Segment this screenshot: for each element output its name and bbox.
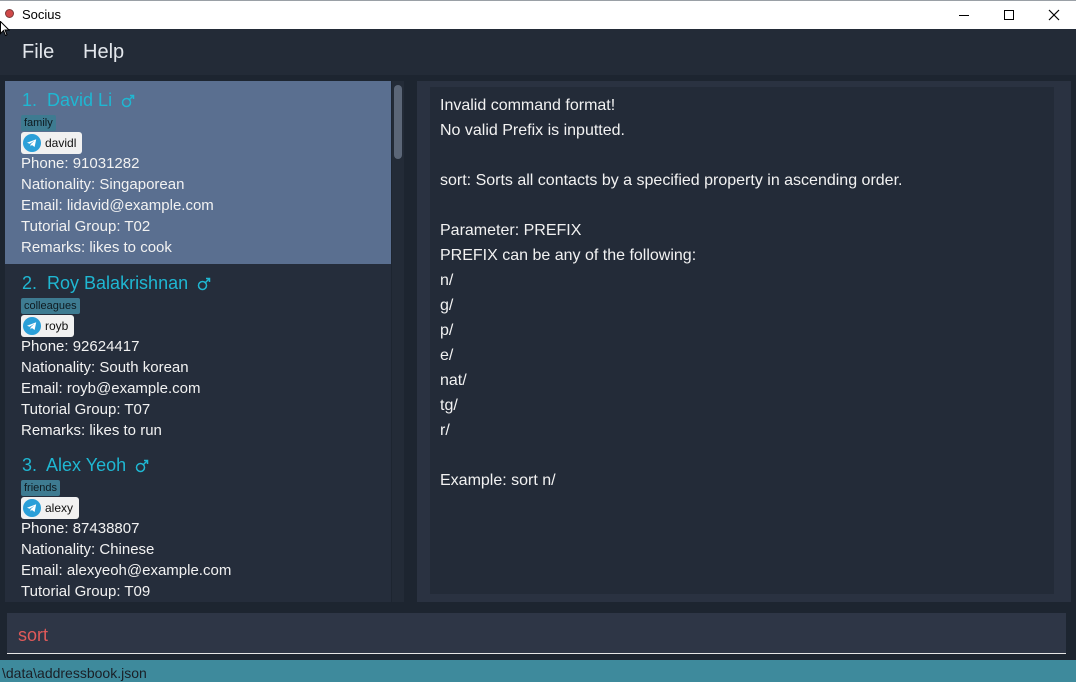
contact-tutorial-group: Tutorial Group: T07 xyxy=(21,401,151,418)
result-line: Invalid command format! xyxy=(440,97,616,114)
telegram-chip[interactable]: royb xyxy=(21,315,75,337)
menu-file[interactable]: File xyxy=(22,41,54,64)
result-line: n/ xyxy=(440,272,454,289)
app-icon xyxy=(5,9,14,18)
contact-phone: Phone: 91031282 xyxy=(21,155,140,172)
tag-badge: family xyxy=(21,115,56,131)
contact-phone: Phone: 92624417 xyxy=(21,338,140,355)
status-bar xyxy=(0,660,1076,682)
result-line: p/ xyxy=(440,322,454,339)
menu-help[interactable]: Help xyxy=(83,41,124,64)
male-icon xyxy=(121,95,135,108)
contact-phone: Phone: 87438807 xyxy=(21,520,140,537)
tag-badge: friends xyxy=(21,480,61,496)
telegram-icon xyxy=(23,499,41,517)
contact-index: 3. xyxy=(22,455,38,475)
telegram-handle: alexy xyxy=(45,501,74,515)
result-line: No valid Prefix is inputted. xyxy=(440,122,625,139)
maximize-button[interactable] xyxy=(986,1,1032,29)
telegram-chip[interactable]: alexy xyxy=(21,497,80,519)
contact-nationality: Nationality: Chinese xyxy=(21,541,155,558)
contact-email: Email: alexyeoh@example.com xyxy=(21,562,232,579)
male-icon xyxy=(197,278,211,291)
result-line: tg/ xyxy=(440,397,458,414)
contact-remarks: Remarks: likes to run xyxy=(21,422,162,439)
title-bar: Socius xyxy=(0,0,1076,29)
contact-name: Roy Balakrishnan xyxy=(47,273,189,293)
result-display xyxy=(430,87,1054,594)
contact-nationality: Nationality: Singaporean xyxy=(21,176,185,193)
telegram-icon xyxy=(23,134,41,152)
contact-tutorial-group: Tutorial Group: T09 xyxy=(21,583,151,600)
result-line: g/ xyxy=(440,297,454,314)
command-input-value: sort xyxy=(18,625,49,645)
command-input[interactable] xyxy=(7,613,1066,654)
contact-name-row: 2. Roy Balakrishnan xyxy=(22,273,211,294)
close-icon xyxy=(1048,9,1060,21)
result-line: Parameter: PREFIX xyxy=(440,222,582,239)
contact-name: Alex Yeoh xyxy=(46,455,127,475)
close-button[interactable] xyxy=(1031,1,1076,29)
contact-index: 2. xyxy=(22,273,38,293)
contact-name-row: 3. Alex Yeoh xyxy=(22,455,149,476)
result-line: nat/ xyxy=(440,372,467,389)
result-line: sort: Sorts all contacts by a specified … xyxy=(440,172,903,189)
contact-name-row: 1. David Li xyxy=(22,90,135,111)
contact-name: David Li xyxy=(47,90,113,110)
telegram-handle: davidl xyxy=(45,136,77,150)
contact-card[interactable]: 1. David Li family davidl Phone: 9103128… xyxy=(5,81,391,264)
scrollbar-thumb[interactable] xyxy=(394,85,402,159)
maximize-icon xyxy=(1004,10,1014,20)
male-icon xyxy=(135,460,149,473)
contact-card[interactable]: 3. Alex Yeoh friends alexy Phone: 874388… xyxy=(5,446,391,602)
window-title: Socius xyxy=(22,7,62,22)
result-line: e/ xyxy=(440,347,454,364)
contact-tutorial-group: Tutorial Group: T02 xyxy=(21,218,151,235)
contact-list[interactable]: 1. David Li family davidl Phone: 9103128… xyxy=(5,81,391,602)
minimize-button[interactable] xyxy=(941,1,987,29)
contact-nationality: Nationality: South korean xyxy=(21,359,189,376)
telegram-icon xyxy=(23,317,41,335)
mouse-pointer-icon xyxy=(0,21,10,37)
telegram-handle: royb xyxy=(45,319,69,333)
contact-index: 1. xyxy=(22,90,38,110)
result-line: r/ xyxy=(440,422,450,439)
result-line: Example: sort n/ xyxy=(440,472,556,489)
contact-list-scrollbar[interactable] xyxy=(392,81,404,602)
telegram-chip[interactable]: davidl xyxy=(21,132,83,154)
contact-email: Email: lidavid@example.com xyxy=(21,197,214,214)
contact-remarks: Remarks: likes to cook xyxy=(21,239,172,256)
tag-badge: colleagues xyxy=(21,298,80,314)
contact-email: Email: royb@example.com xyxy=(21,380,201,397)
menu-bar: File Help xyxy=(0,29,1076,75)
status-file-path: \data\addressbook.json xyxy=(2,665,147,681)
contact-card[interactable]: 2. Roy Balakrishnan colleagues royb Phon… xyxy=(5,264,391,446)
minimize-icon xyxy=(959,15,969,16)
result-line: PREFIX can be any of the following: xyxy=(440,247,697,264)
